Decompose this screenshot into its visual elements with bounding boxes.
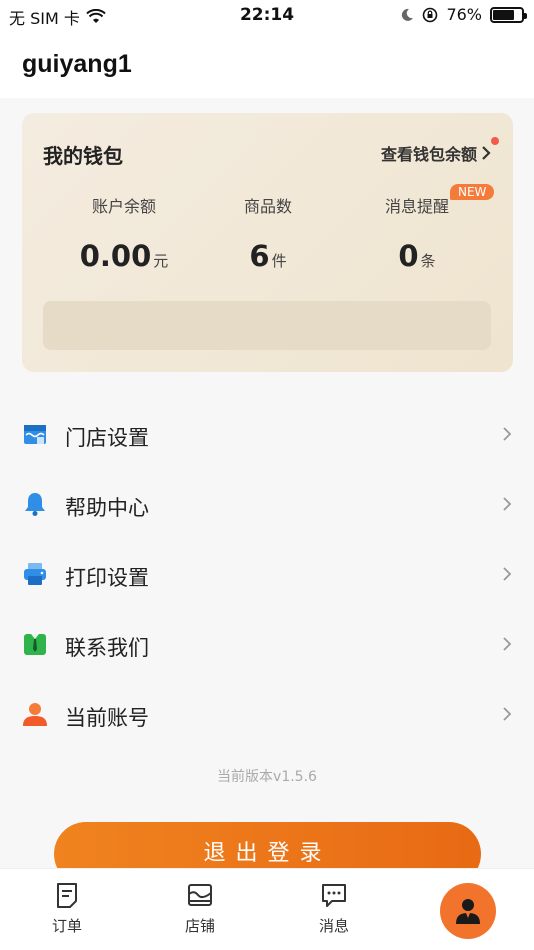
settings-menu: 门店设置 帮助中心 打印设置 联系我们 当前账号 bbox=[0, 400, 534, 750]
battery-icon bbox=[490, 6, 527, 23]
rotation-lock-icon bbox=[423, 7, 438, 22]
view-balance-link[interactable]: 查看钱包余额 bbox=[381, 141, 491, 165]
stat-products[interactable]: 商品数 6件 bbox=[188, 193, 348, 273]
status-bar: 无 SIM 卡 22:14 76% bbox=[0, 0, 534, 30]
stat-number: 0.00 bbox=[79, 239, 152, 273]
app-version: 当前版本v1.5.6 bbox=[217, 769, 317, 785]
view-balance-label: 查看钱包余额 bbox=[380, 145, 477, 164]
chevron-right-icon bbox=[482, 146, 491, 160]
printer-icon bbox=[24, 563, 46, 585]
notification-dot bbox=[491, 137, 499, 145]
stat-value: 0条 bbox=[337, 239, 497, 273]
menu-label: 帮助中心 bbox=[65, 496, 149, 520]
profile-icon bbox=[456, 899, 480, 924]
menu-label: 门店设置 bbox=[65, 426, 149, 450]
bell-icon bbox=[25, 493, 45, 516]
menu-item-help-center[interactable]: 帮助中心 bbox=[0, 470, 534, 540]
tab-orders[interactable]: 订单 bbox=[27, 881, 107, 936]
chevron-right-icon bbox=[503, 427, 512, 441]
tab-label: 消息 bbox=[318, 917, 349, 935]
store-icon bbox=[24, 425, 46, 444]
header: guiyang1 bbox=[0, 30, 534, 98]
contact-icon bbox=[24, 634, 46, 655]
stat-unit: 件 bbox=[271, 252, 287, 270]
message-icon bbox=[322, 884, 346, 907]
stat-balance[interactable]: 账户余额 0.00 元 bbox=[44, 193, 204, 273]
wallet-title: 我的钱包 bbox=[43, 144, 123, 168]
moon-icon bbox=[402, 8, 414, 21]
tab-profile-button[interactable] bbox=[440, 883, 496, 939]
menu-item-store-settings[interactable]: 门店设置 bbox=[0, 400, 534, 470]
stat-number: 6 bbox=[249, 239, 270, 273]
status-right: 76% bbox=[400, 5, 527, 24]
battery-fill bbox=[493, 9, 515, 20]
shop-icon bbox=[188, 884, 212, 906]
wallet-banner[interactable] bbox=[43, 301, 491, 350]
wallet-card: 我的钱包 查看钱包余额 账户余额 0.00 元 商品数 6件 消息提醒 0条 NE… bbox=[22, 113, 513, 372]
order-icon bbox=[57, 883, 77, 908]
stat-unit: 元 bbox=[153, 252, 169, 270]
menu-item-contact-us[interactable]: 联系我们 bbox=[0, 610, 534, 680]
chevron-right-icon bbox=[503, 497, 512, 511]
menu-label: 打印设置 bbox=[65, 566, 149, 590]
menu-label: 当前账号 bbox=[65, 706, 149, 730]
menu-item-current-account[interactable]: 当前账号 bbox=[0, 680, 534, 750]
tab-bar: 订单 店铺 消息 bbox=[0, 868, 534, 950]
stat-value: 6件 bbox=[188, 239, 348, 273]
chevron-right-icon bbox=[503, 637, 512, 651]
user-icon bbox=[23, 703, 47, 726]
new-badge: NEW bbox=[450, 184, 495, 200]
tab-label: 订单 bbox=[51, 917, 82, 935]
chevron-right-icon bbox=[503, 707, 512, 721]
battery-percent: 76% bbox=[446, 5, 482, 24]
stat-label: 账户余额 bbox=[91, 197, 156, 216]
username: guiyang1 bbox=[22, 50, 132, 78]
menu-item-print-settings[interactable]: 打印设置 bbox=[0, 540, 534, 610]
stat-number: 0 bbox=[398, 239, 419, 273]
stat-unit: 条 bbox=[420, 252, 436, 270]
chevron-right-icon bbox=[503, 567, 512, 581]
menu-label: 联系我们 bbox=[65, 636, 149, 660]
stat-label: 商品数 bbox=[243, 197, 292, 216]
tab-messages[interactable]: 消息 bbox=[294, 881, 374, 936]
stat-value: 0.00 元 bbox=[44, 239, 204, 273]
tab-label: 店铺 bbox=[184, 917, 215, 935]
tab-shop[interactable]: 店铺 bbox=[160, 881, 240, 936]
stat-messages[interactable]: 消息提醒 0条 bbox=[337, 193, 497, 273]
